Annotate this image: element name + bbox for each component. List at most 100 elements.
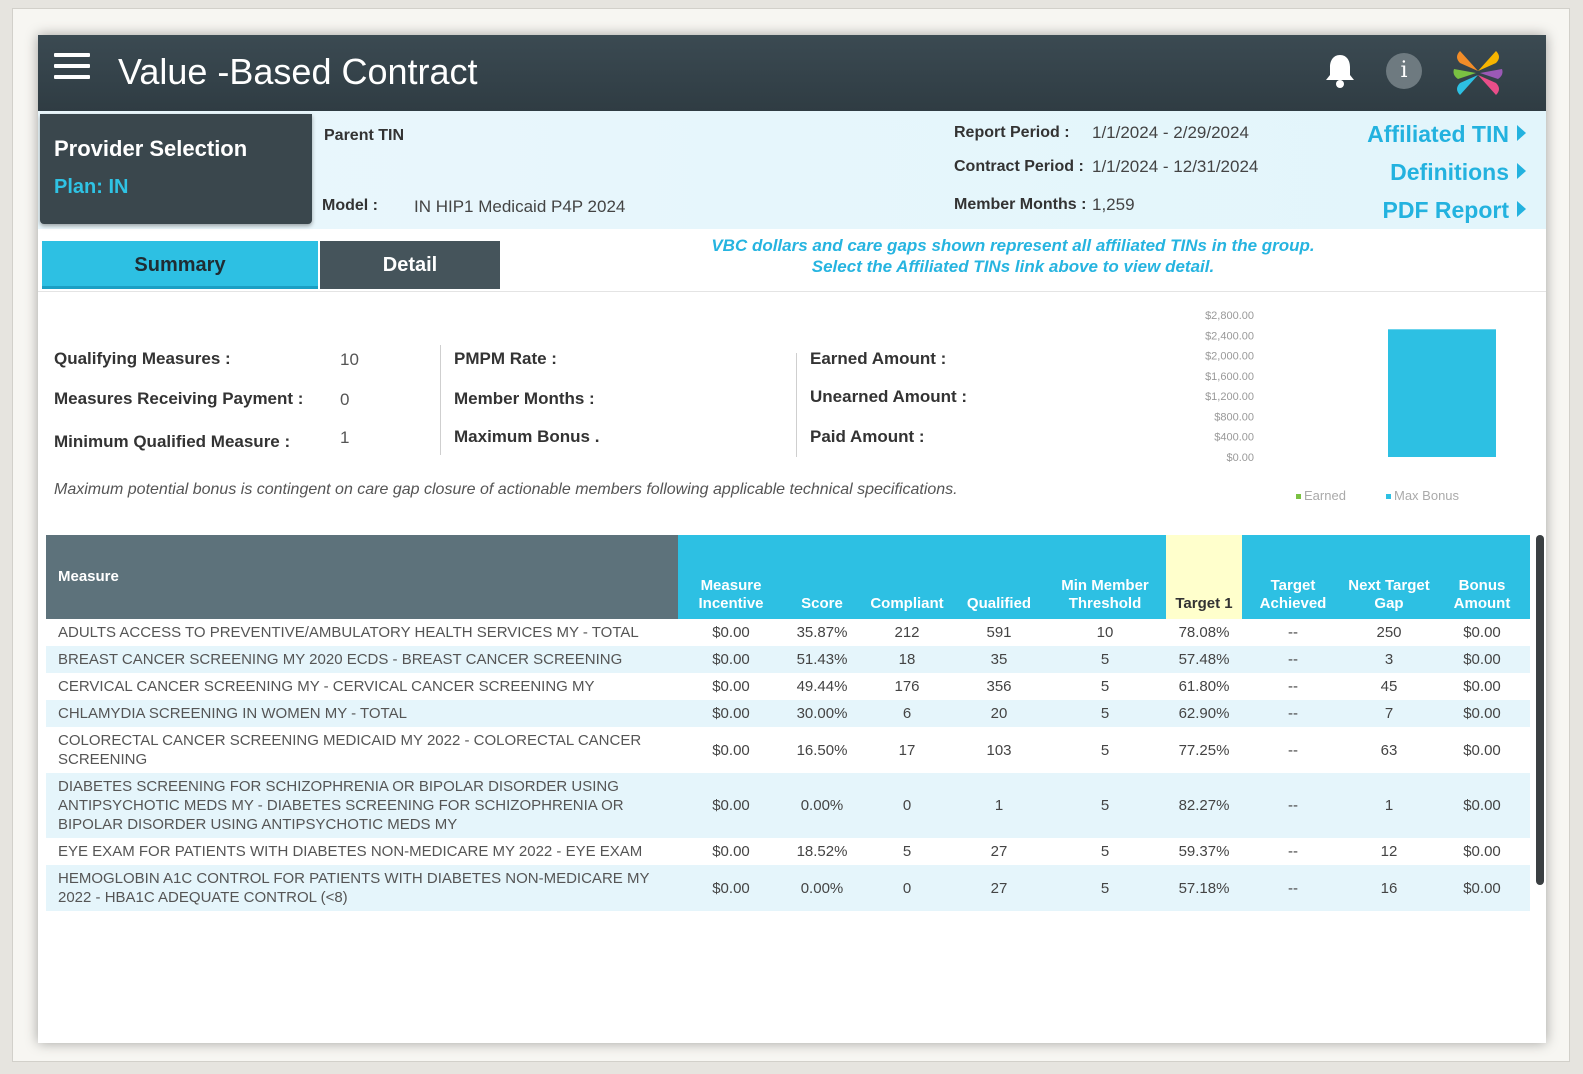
table-cell: $0.00 xyxy=(678,700,784,727)
measure-name-cell: ADULTS ACCESS TO PREVENTIVE/AMBULATORY H… xyxy=(58,624,639,641)
notice-line-1: VBC dollars and care gaps shown represen… xyxy=(711,236,1315,255)
y-tick-label: $1,200.00 xyxy=(1205,391,1254,403)
table-cell: 82.27% xyxy=(1166,773,1242,838)
table-cell: 57.48% xyxy=(1166,646,1242,673)
table-cell: $0.00 xyxy=(1434,865,1530,911)
table-cell: 6 xyxy=(860,700,954,727)
table-row[interactable]: EYE EXAM FOR PATIENTS WITH DIABETES NON-… xyxy=(46,838,1530,865)
measure-name-cell: COLORECTAL CANCER SCREENING MEDICAID MY … xyxy=(58,732,642,768)
column-header[interactable]: Qualified xyxy=(954,535,1044,619)
table-cell: $0.00 xyxy=(678,646,784,673)
divider xyxy=(796,353,797,457)
contract-period-value: 1/1/2024 - 12/31/2024 xyxy=(1092,157,1259,176)
tab-detail[interactable]: Detail xyxy=(320,241,500,289)
paid-amount-label: Paid Amount : xyxy=(810,427,925,446)
y-tick-label: $400.00 xyxy=(1214,432,1254,444)
table-cell: 45 xyxy=(1380,678,1398,695)
table-cell: -- xyxy=(1242,646,1344,673)
column-header[interactable]: Score xyxy=(784,535,860,619)
table-cell: $0.00 xyxy=(712,741,750,759)
column-header[interactable]: Target Achieved xyxy=(1242,535,1344,619)
column-header[interactable]: Measure Incentive xyxy=(678,535,784,619)
bell-icon[interactable] xyxy=(1320,51,1360,91)
table-row[interactable]: CHLAMYDIA SCREENING IN WOMEN MY - TOTAL $… xyxy=(46,700,1530,727)
y-tick-label: $800.00 xyxy=(1214,411,1254,423)
column-header[interactable]: Target 1 xyxy=(1166,535,1242,619)
info-icon[interactable]: i xyxy=(1386,53,1422,89)
table-cell: 77.25% xyxy=(1178,741,1230,759)
bonus-chart: $2,800.00 $2,400.00 $2,000.00 $1,600.00 $1,2… xyxy=(1205,310,1496,503)
table-cell: 30.00% xyxy=(784,700,860,727)
table-cell: 20 xyxy=(954,700,1044,727)
table-cell: 62.90% xyxy=(1166,700,1242,727)
provider-plan: Plan: IN xyxy=(54,176,129,198)
table-row[interactable]: BREAST CANCER SCREENING MY 2020 ECDS - B… xyxy=(46,646,1530,673)
definitions-link[interactable]: Definitions xyxy=(1390,159,1526,186)
divider xyxy=(38,291,1546,292)
table-body: ADULTS ACCESS TO PREVENTIVE/AMBULATORY H… xyxy=(46,619,1530,911)
table-row[interactable]: HEMOGLOBIN A1C CONTROL FOR PATIENTS WITH… xyxy=(46,865,1530,911)
column-header[interactable]: Min Member Threshold xyxy=(1044,535,1166,619)
brand-logo xyxy=(1453,51,1503,95)
table-cell: 18.52% xyxy=(796,843,848,860)
table-cell: 49.44% xyxy=(796,678,848,695)
pdf-report-link[interactable]: PDF Report xyxy=(1382,197,1526,224)
table-cell: 18 xyxy=(860,646,954,673)
measures-table-container: Measure Measure Incentive Score Compliant Qu… xyxy=(46,535,1530,985)
table-cell: 61.80% xyxy=(1178,678,1230,695)
y-tick-label: $1,600.00 xyxy=(1205,371,1254,383)
tab-summary[interactable]: Summary xyxy=(42,241,318,289)
table-cell: -- xyxy=(1242,773,1344,838)
pdf-report-label: PDF Report xyxy=(1382,197,1510,223)
legend-swatch xyxy=(1296,494,1301,499)
bar-max-bonus xyxy=(1388,329,1496,457)
table-cell: 57.18% xyxy=(1166,865,1242,911)
table-cell: 1 xyxy=(1344,773,1434,838)
table-header-row: Measure Measure Incentive Score Compliant Qu… xyxy=(46,535,1530,619)
notice-line-2: Select the Affiliated TINs link above to… xyxy=(811,257,1215,276)
column-header[interactable]: Compliant xyxy=(860,535,954,619)
app-window: Value -Based Contract i Provider Selecti… xyxy=(38,35,1546,1043)
hamburger-menu-icon[interactable] xyxy=(54,53,90,83)
column-header[interactable]: Bonus Amount xyxy=(1434,535,1530,619)
table-cell: $0.00 xyxy=(678,773,784,838)
table-cell: 0 xyxy=(860,865,954,911)
table-row[interactable]: DIABETES SCREENING FOR SCHIZOPHRENIA OR … xyxy=(46,773,1530,838)
legend-swatch xyxy=(1386,494,1391,499)
table-cell: $0.00 xyxy=(1463,843,1501,860)
provider-selection-panel[interactable]: Provider Selection Plan: IN xyxy=(40,114,312,224)
vertical-scrollbar[interactable] xyxy=(1536,535,1544,885)
divider xyxy=(440,345,441,455)
table-row[interactable]: ADULTS ACCESS TO PREVENTIVE/AMBULATORY H… xyxy=(46,619,1530,646)
table-cell: -- xyxy=(1242,865,1344,911)
table-cell: 63 xyxy=(1380,741,1398,759)
table-cell: $0.00 xyxy=(1463,624,1501,641)
column-header[interactable]: Next Target Gap xyxy=(1344,535,1434,619)
measures-table: Measure Measure Incentive Score Compliant Qu… xyxy=(46,535,1530,911)
y-tick-label: $2,800.00 xyxy=(1205,310,1254,322)
report-period-value: 1/1/2024 - 2/29/2024 xyxy=(1092,123,1249,142)
measures-receiving-payment-value: 0 xyxy=(340,390,350,409)
provider-selection-title: Provider Selection xyxy=(54,136,248,161)
table-row[interactable]: CERVICAL CANCER SCREENING MY - CERVICAL … xyxy=(46,673,1530,700)
qualifying-measures-value: 10 xyxy=(340,350,359,369)
table-cell: 212 xyxy=(894,624,920,641)
earned-amount-label: Earned Amount : xyxy=(810,349,947,368)
table-cell: 12 xyxy=(1380,843,1398,860)
report-period-label: Report Period : xyxy=(954,124,1070,141)
measures-receiving-payment-label: Measures Receiving Payment : xyxy=(54,389,304,408)
table-cell: $0.00 xyxy=(712,678,750,695)
table-cell: $0.00 xyxy=(712,624,750,641)
table-cell: 78.08% xyxy=(1178,624,1230,641)
table-row[interactable]: COLORECTAL CANCER SCREENING MEDICAID MY … xyxy=(46,727,1530,773)
maximum-bonus-label: Maximum Bonus . xyxy=(454,427,600,446)
table-cell: $0.00 xyxy=(1434,773,1530,838)
table-cell: 59.37% xyxy=(1178,843,1230,860)
model-label: Model : xyxy=(322,197,378,214)
table-cell: 5 xyxy=(902,843,912,860)
table-cell: 27 xyxy=(954,865,1044,911)
member-months-summary-label: Member Months : xyxy=(454,389,595,408)
affiliated-tin-link[interactable]: Affiliated TIN xyxy=(1367,121,1526,148)
column-header[interactable]: Measure xyxy=(46,535,678,619)
disclaimer-text: Maximum potential bonus is contingent on… xyxy=(54,481,958,498)
